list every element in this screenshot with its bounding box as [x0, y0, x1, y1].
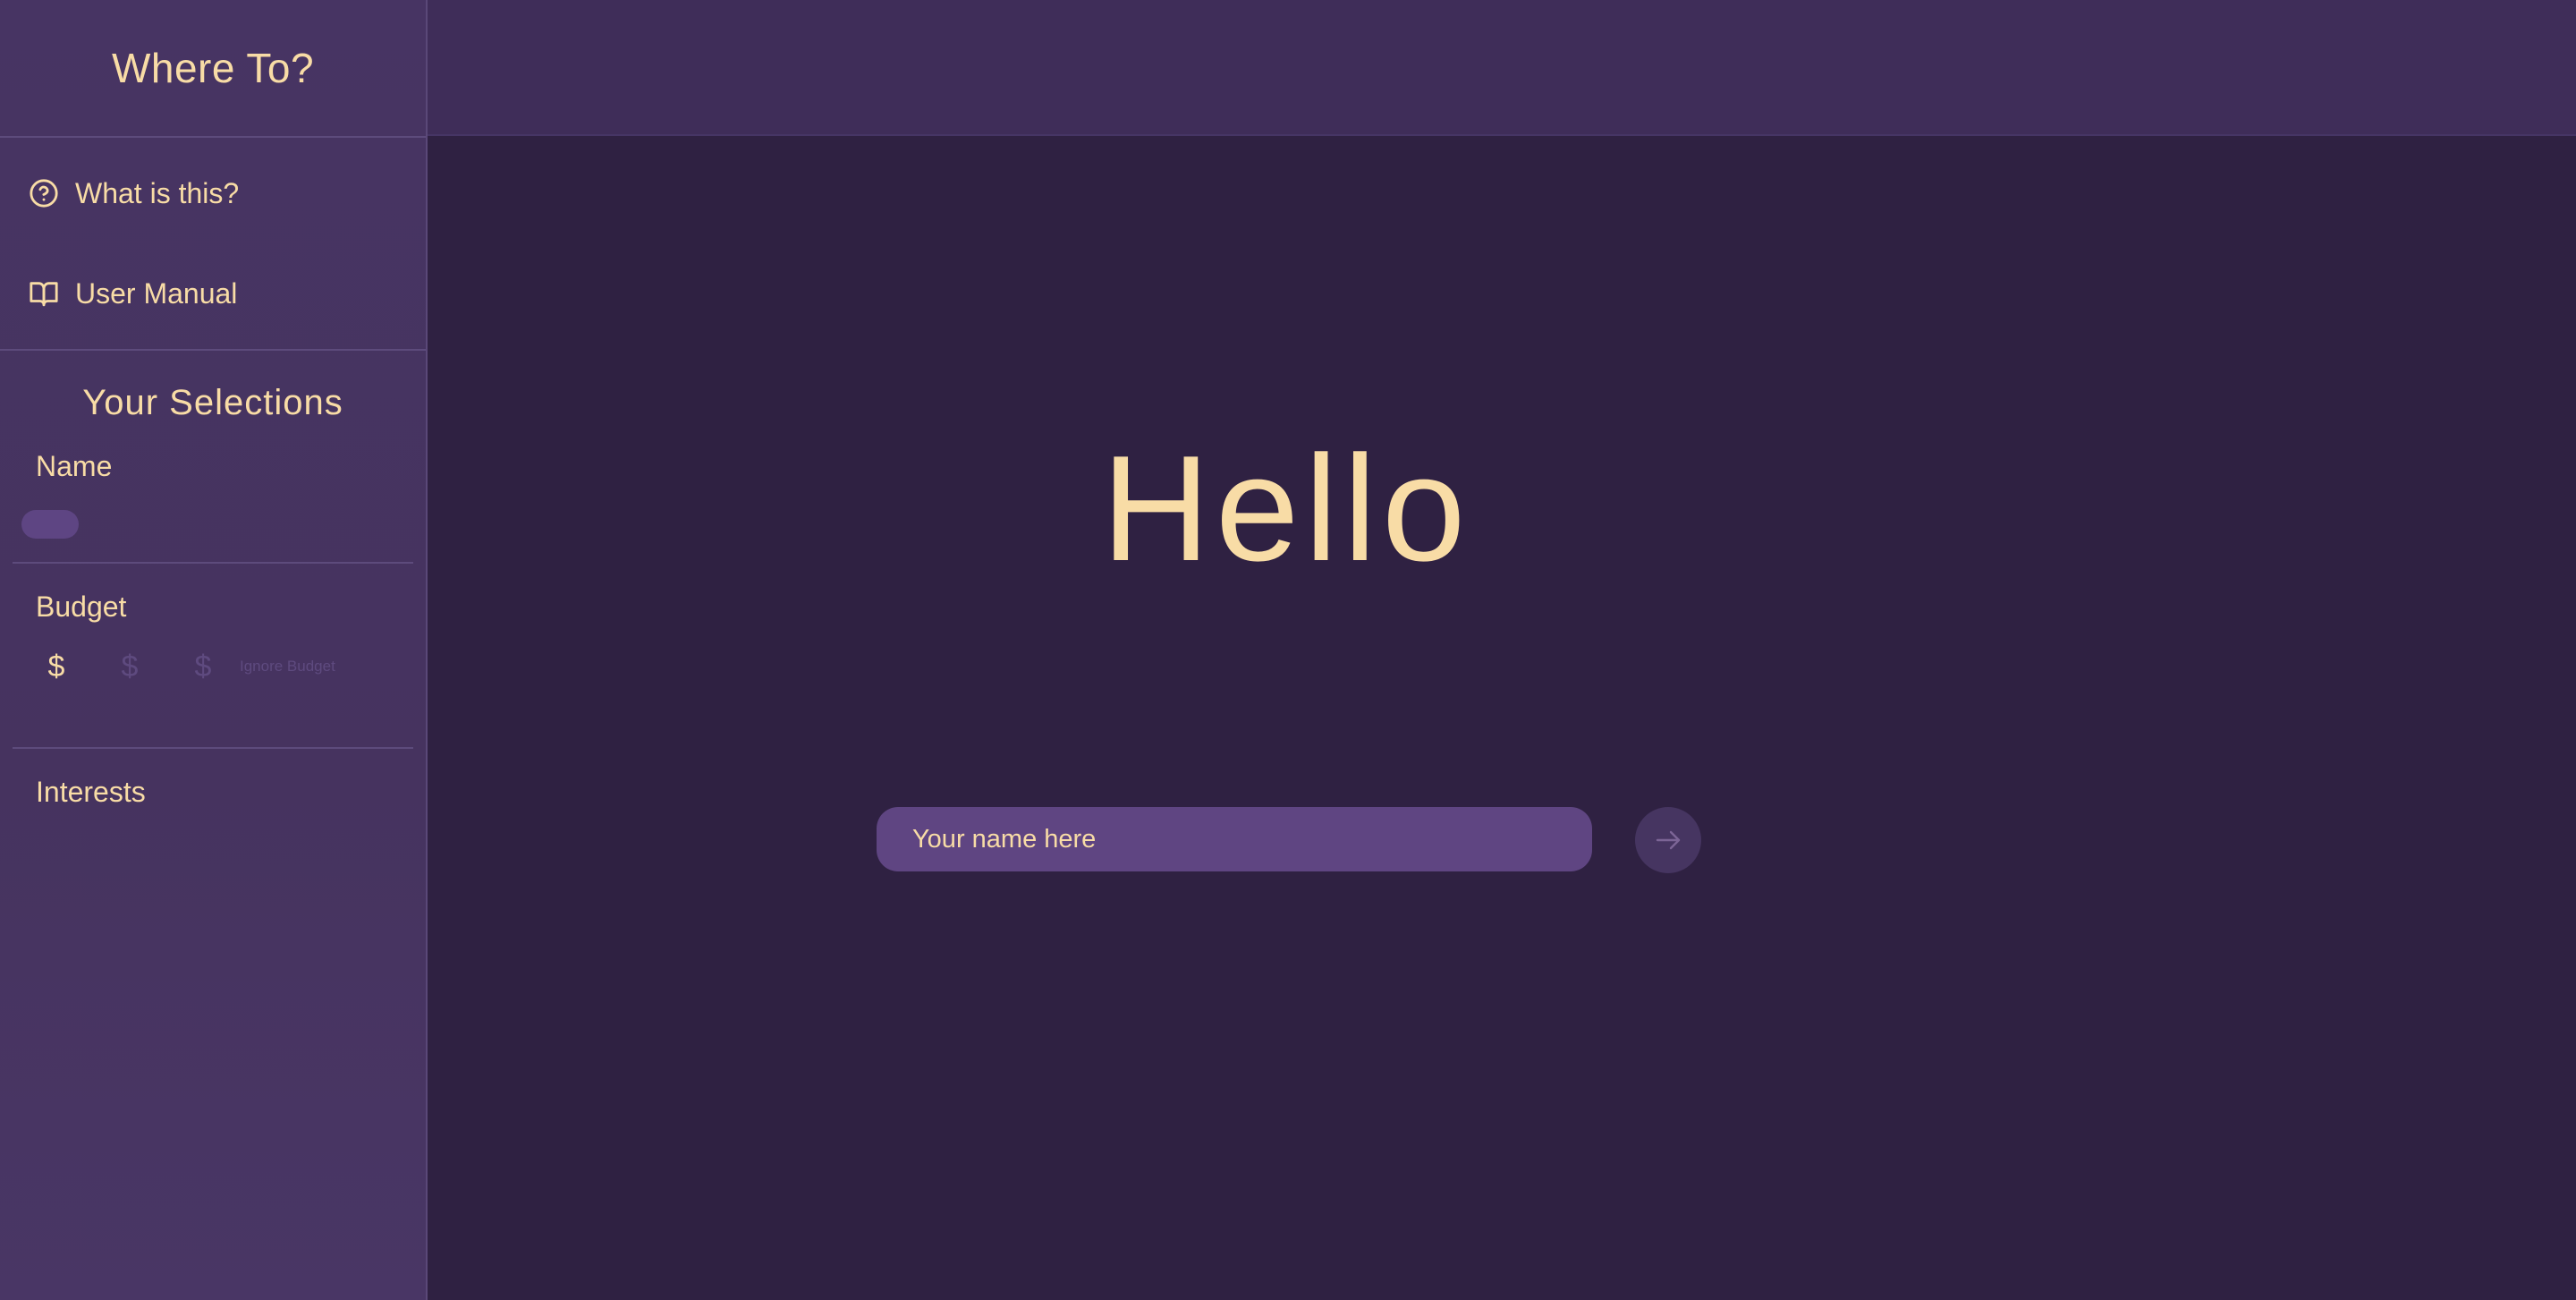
- app-root: Where To? What is this? User Manual Your…: [0, 0, 2576, 1300]
- help-circle-icon: [30, 179, 58, 208]
- sidebar: Where To? What is this? User Manual Your…: [0, 0, 428, 1300]
- budget-level-3[interactable]: $: [166, 650, 240, 684]
- name-chip[interactable]: [21, 510, 79, 539]
- selections-title: Your Selections: [82, 383, 343, 422]
- nav-item-user-manual[interactable]: User Manual: [0, 243, 426, 344]
- name-input[interactable]: [877, 807, 1592, 871]
- arrow-right-icon: [1656, 830, 1681, 850]
- budget-options: $ $ $ Ignore Budget: [36, 631, 390, 702]
- ignore-budget-button[interactable]: Ignore Budget: [240, 658, 335, 675]
- interests-section: Interests: [0, 749, 426, 809]
- budget-level-2[interactable]: $: [93, 650, 166, 684]
- nav-item-label: User Manual: [75, 276, 238, 310]
- nav-item-what-is-this[interactable]: What is this?: [0, 143, 426, 243]
- sidebar-nav: What is this? User Manual: [0, 138, 426, 351]
- budget-level-1[interactable]: $: [20, 650, 93, 684]
- app-title: Where To?: [0, 0, 426, 138]
- name-section: Name: [0, 450, 426, 539]
- interests-label: Interests: [36, 776, 146, 808]
- greeting-heading: Hello: [1101, 424, 1471, 592]
- budget-section: Budget $ $ $ Ignore Budget: [0, 564, 426, 702]
- name-label: Name: [36, 450, 113, 482]
- budget-label: Budget: [36, 591, 127, 623]
- main-content: Hello: [428, 136, 2576, 1300]
- top-bar: [428, 0, 2576, 136]
- book-open-icon: [30, 282, 58, 307]
- submit-name-button[interactable]: [1635, 807, 1701, 873]
- nav-item-label: What is this?: [75, 176, 240, 209]
